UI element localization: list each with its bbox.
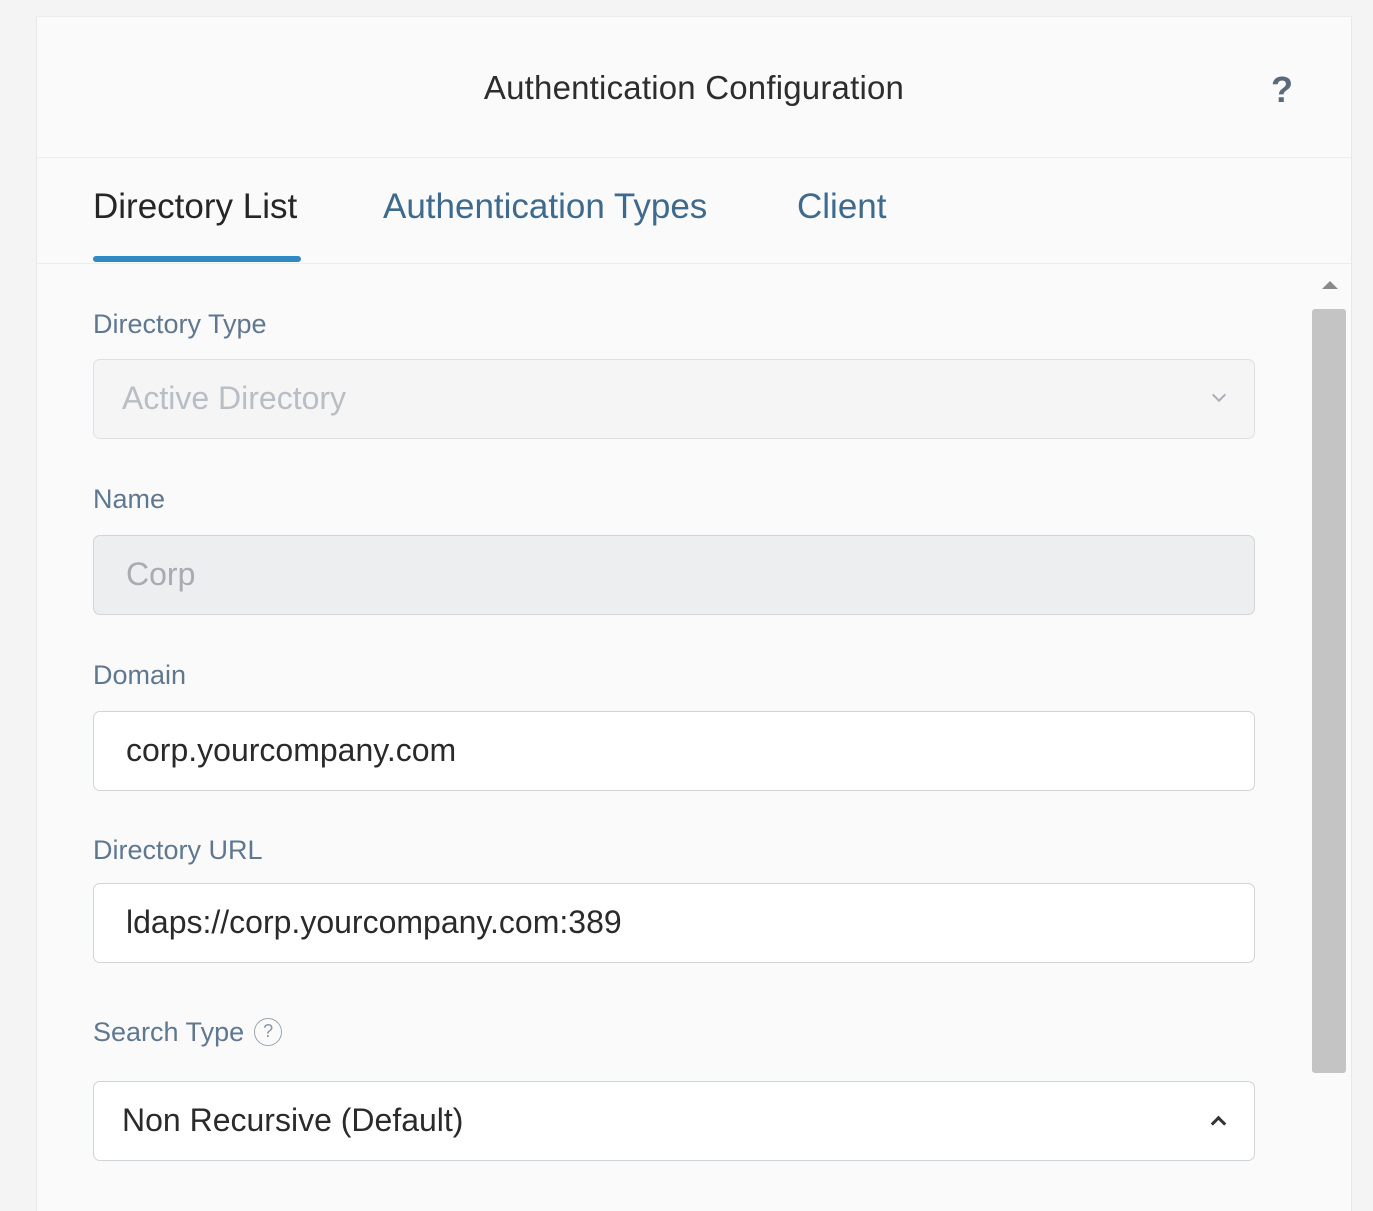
domain-value: corp.yourcompany.com <box>126 732 457 768</box>
directory-url-field[interactable]: ldaps://corp.yourcompany.com:389 <box>93 883 1255 963</box>
scrollbar-thumb[interactable] <box>1312 309 1346 1073</box>
domain-field[interactable]: corp.yourcompany.com <box>93 711 1255 791</box>
tab-bar: Directory List Authentication Types Clie… <box>37 157 1351 264</box>
directory-url-value: ldaps://corp.yourcompany.com:389 <box>126 904 622 940</box>
directory-type-label: Directory Type <box>93 309 267 339</box>
domain-label: Domain <box>93 660 187 690</box>
name-value: Corp <box>126 556 196 592</box>
dialog-title: Authentication Configuration <box>483 69 905 106</box>
chevron-down-icon <box>1211 387 1227 403</box>
name-label: Name <box>93 484 166 514</box>
info-circle-icon[interactable]: ? <box>254 1017 283 1046</box>
search-type-value: Non Recursive (Default) <box>122 1102 464 1138</box>
vertical-scrollbar[interactable] <box>1309 265 1349 1211</box>
tab-directory-list[interactable]: Directory List <box>93 187 297 227</box>
dialog-header: Authentication Configuration ? <box>37 17 1351 158</box>
search-type-label-row: Search Type? <box>93 1017 283 1048</box>
active-tab-indicator <box>93 256 301 262</box>
tab-authentication-types[interactable]: Authentication Types <box>383 187 707 227</box>
tab-client[interactable]: Client <box>797 187 886 227</box>
help-question-icon[interactable]: ? <box>1271 69 1293 111</box>
scroll-up-arrow-icon[interactable] <box>1322 281 1338 289</box>
search-type-select[interactable]: Non Recursive (Default) <box>93 1081 1255 1161</box>
search-type-label: Search Type <box>93 1017 245 1047</box>
directory-type-select[interactable]: Active Directory <box>93 359 1255 439</box>
name-field[interactable]: Corp <box>93 535 1255 615</box>
directory-type-value: Active Directory <box>122 380 347 416</box>
chevron-up-icon <box>1210 1115 1227 1132</box>
auth-config-dialog: Authentication Configuration ? Directory… <box>36 16 1352 1211</box>
directory-url-label: Directory URL <box>93 835 263 865</box>
